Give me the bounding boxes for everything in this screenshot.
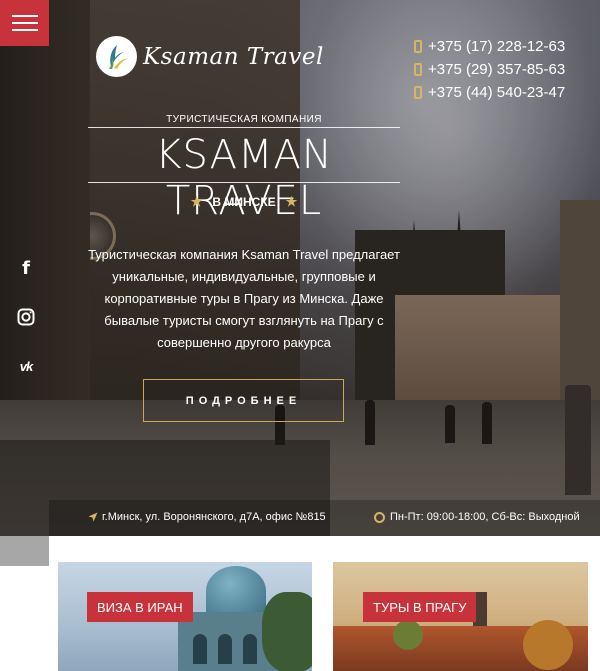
title-bottom-divider: [88, 182, 400, 183]
phone-item[interactable]: +375 (29) 357-85-63: [414, 58, 565, 80]
phone-number: +375 (29) 357-85-63: [428, 60, 566, 78]
phone-number: +375 (17) 228-12-63: [428, 37, 566, 55]
address: г.Минск, ул. Воронянского, д7А, офис №81…: [88, 511, 326, 523]
phone-icon: [414, 85, 422, 99]
phone-icon: [414, 39, 422, 53]
card-tree: [523, 620, 573, 670]
mosque-arch: [243, 634, 257, 664]
phone-item[interactable]: +375 (17) 228-12-63: [414, 35, 565, 57]
address-text: г.Минск, ул. Воронянского, д7А, офис №81…: [102, 511, 326, 523]
phone-icon: [414, 62, 422, 76]
logo-mark-icon: [96, 36, 137, 77]
hamburger-icon: [11, 15, 38, 17]
star-icon: ★: [190, 194, 203, 209]
clock-icon: [374, 511, 385, 523]
card-tree: [262, 592, 312, 671]
phone-list: +375 (17) 228-12-63 +375 (29) 357-85-63 …: [414, 35, 565, 104]
vk-icon[interactable]: vk: [14, 354, 38, 378]
menu-button[interactable]: [0, 0, 49, 46]
card-prague-tours[interactable]: ТУРЫ В ПРАГУ: [333, 562, 588, 671]
hamburger-icon-line: [11, 29, 38, 31]
facebook-icon[interactable]: f: [14, 256, 38, 280]
logo[interactable]: Ksaman Travel: [96, 36, 324, 77]
card-label[interactable]: ТУРЫ В ПРАГУ: [363, 592, 477, 622]
working-hours: Пн-Пт: 09:00-18:00, Сб-Вс: Выходной: [374, 511, 580, 523]
location-arrow-icon: [88, 512, 98, 522]
mosque-arch: [193, 634, 207, 664]
more-button[interactable]: ПОДРОБНЕЕ: [143, 379, 344, 422]
card-tree: [393, 620, 423, 650]
scroll-tab[interactable]: [0, 536, 49, 566]
hamburger-icon-line: [11, 22, 38, 24]
hero-city: ★ В МИНСКЕ ★: [88, 194, 400, 210]
hero-description: Туристическая компания Ksaman Travel пре…: [88, 247, 400, 350]
hero-subtitle: ТУРИСТИЧЕСКАЯ КОМПАНИЯ: [166, 114, 322, 125]
card-visa-iran[interactable]: ВИЗА В ИРАН: [58, 562, 312, 671]
phone-item[interactable]: +375 (44) 540-23-47: [414, 81, 565, 103]
hero-title: KSAMAN TRAVEL: [155, 132, 333, 224]
mosque-arch: [218, 634, 232, 664]
title-top-divider: [88, 127, 400, 128]
logo-text: Ksaman Travel: [143, 43, 324, 70]
mosque-dome: [206, 566, 266, 616]
working-hours-text: Пн-Пт: 09:00-18:00, Сб-Вс: Выходной: [390, 511, 580, 523]
instagram-icon[interactable]: [14, 305, 38, 329]
star-icon: ★: [285, 194, 298, 209]
card-label[interactable]: ВИЗА В ИРАН: [87, 592, 193, 622]
hero-city-label: В МИНСКЕ: [212, 195, 276, 209]
phone-number: +375 (44) 540-23-47: [428, 83, 566, 101]
